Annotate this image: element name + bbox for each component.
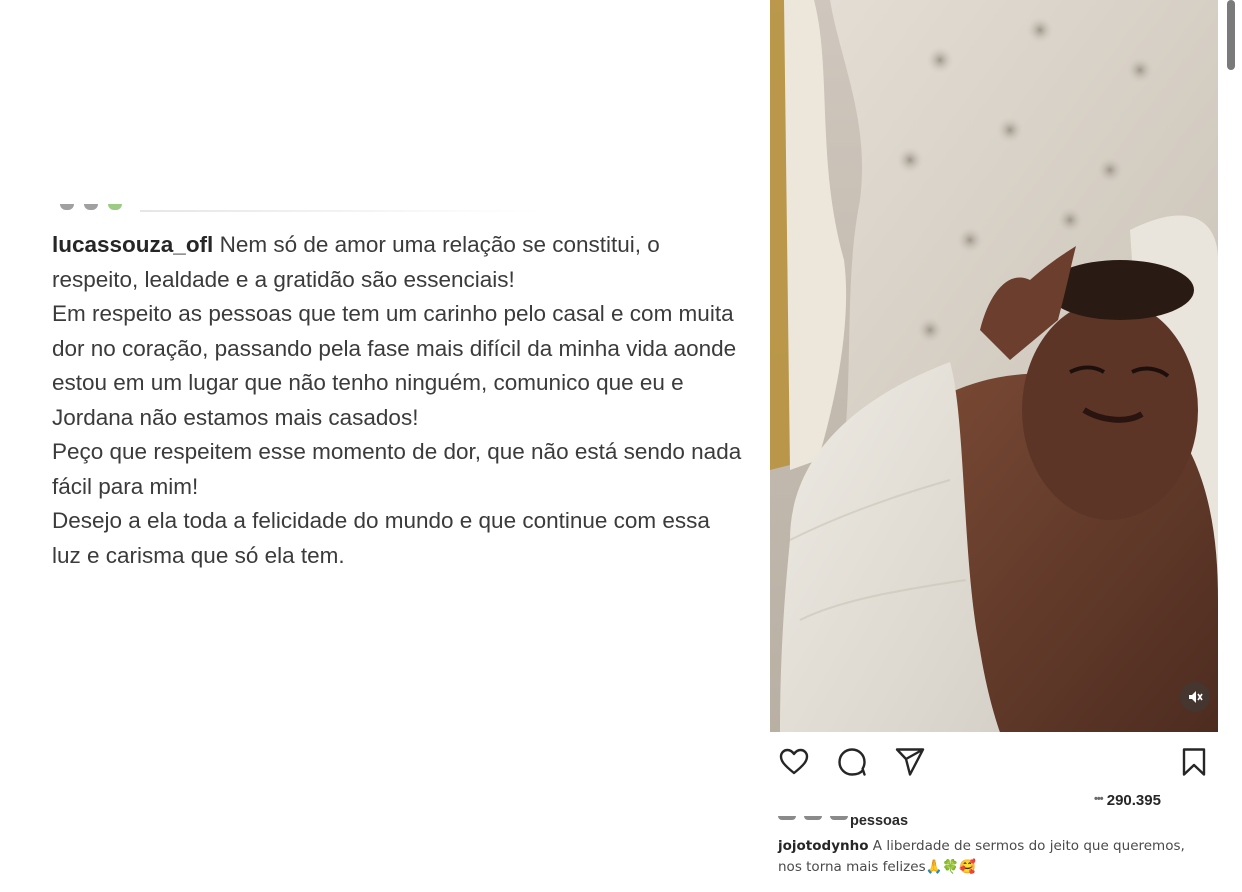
cropped-avatars [60, 204, 122, 210]
scrollbar-thumb[interactable] [1227, 0, 1235, 70]
likes-number: 290.395 [1106, 792, 1161, 809]
caption-paragraph-4: Desejo a ela toda a felicidade do mundo … [52, 508, 710, 568]
likes-cut-text: ••• [1094, 793, 1104, 805]
post-video[interactable] [770, 0, 1218, 732]
likers-label[interactable]: pessoas [850, 813, 908, 829]
post-action-bar [778, 746, 1210, 780]
caption-username[interactable]: lucassouza_ofl [52, 232, 213, 257]
right-post-caption: jojotodynho A liberdade de sermos do jei… [778, 836, 1210, 878]
scrollbar[interactable] [1224, 0, 1242, 892]
comment-icon[interactable] [836, 746, 868, 778]
left-post-caption: lucassouza_ofl Nem só de amor uma relaçã… [52, 228, 742, 573]
heart-icon[interactable] [778, 746, 810, 778]
right-caption-username[interactable]: jojotodynho [778, 838, 869, 854]
mute-button[interactable] [1180, 682, 1210, 712]
likers-row: pessoas [778, 812, 1078, 832]
caption-paragraph-3: Peço que respeitem esse momento de dor, … [52, 439, 742, 499]
bookmark-icon[interactable] [1178, 746, 1210, 778]
caption-paragraph-1: lucassouza_ofl Nem só de amor uma relaçã… [52, 228, 742, 297]
cropped-divider [140, 210, 540, 212]
cropped-liker-avatars [778, 816, 848, 820]
send-icon[interactable] [894, 746, 926, 778]
muted-speaker-icon [1189, 691, 1203, 703]
likes-count[interactable]: ••• 290.395 [1094, 792, 1161, 809]
screenshot-page: lucassouza_ofl Nem só de amor uma relaçã… [0, 0, 1242, 892]
post-video-frame [770, 0, 1218, 732]
caption-paragraph-2: Em respeito as pessoas que tem um carinh… [52, 301, 737, 430]
